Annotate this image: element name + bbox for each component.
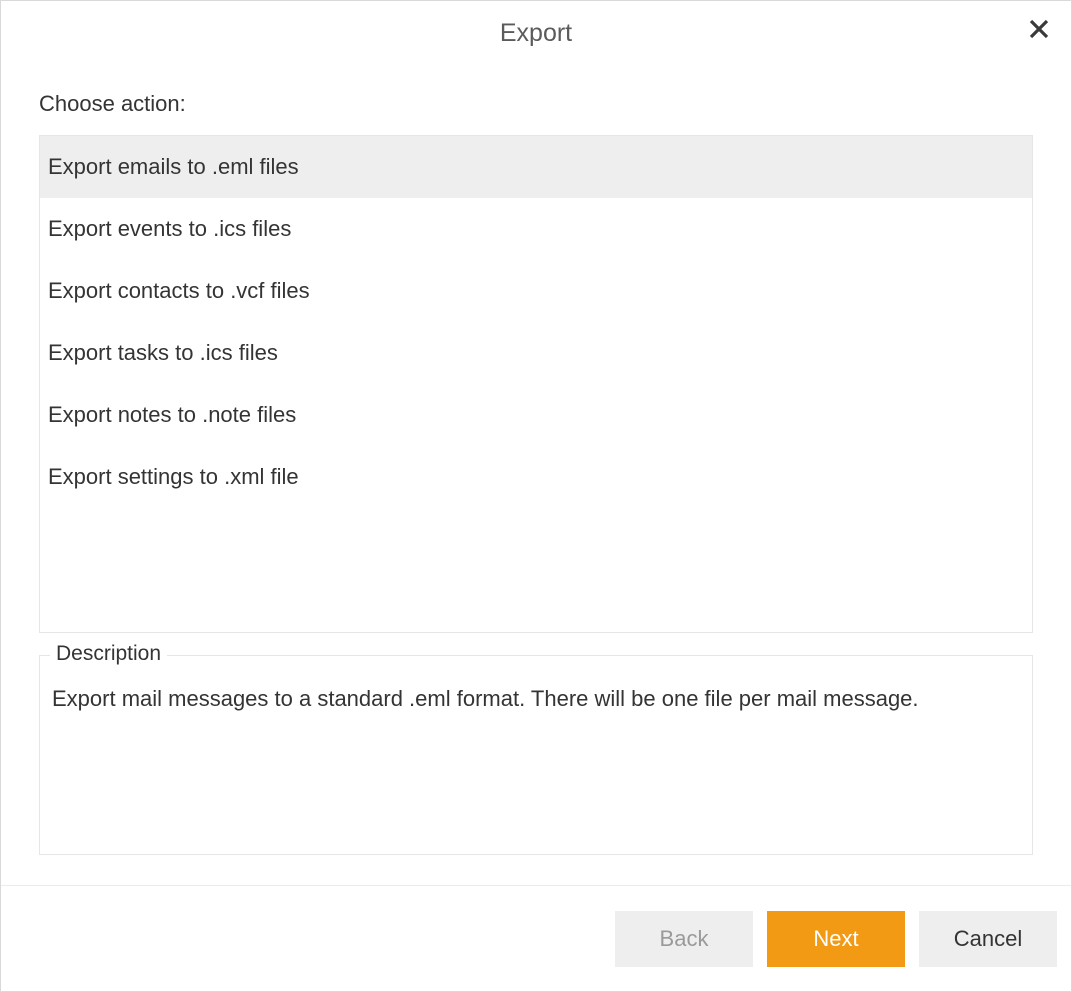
list-item-label: Export events to .ics files [48,216,291,241]
action-export-emails[interactable]: Export emails to .eml files [40,136,1032,198]
action-export-notes[interactable]: Export notes to .note files [40,384,1032,446]
back-button[interactable]: Back [615,911,753,967]
description-legend: Description [50,642,167,666]
list-item-label: Export emails to .eml files [48,154,299,179]
action-export-settings[interactable]: Export settings to .xml file [40,446,1032,508]
description-text: Export mail messages to a standard .eml … [52,686,1020,712]
dialog-title: Export [500,19,572,48]
export-dialog: Export Choose action: Export emails to .… [0,0,1072,992]
list-item-label: Export contacts to .vcf files [48,278,310,303]
close-button[interactable] [1027,17,1051,41]
action-export-tasks[interactable]: Export tasks to .ics files [40,322,1032,384]
close-icon [1027,28,1051,45]
list-item-label: Export notes to .note files [48,402,296,427]
cancel-button[interactable]: Cancel [919,911,1057,967]
next-button[interactable]: Next [767,911,905,967]
dialog-header: Export [1,1,1071,66]
action-list[interactable]: Export emails to .eml files Export event… [39,135,1033,633]
action-export-events[interactable]: Export events to .ics files [40,198,1032,260]
description-group: Description Export mail messages to a st… [39,655,1033,855]
choose-action-label: Choose action: [39,91,1033,117]
action-export-contacts[interactable]: Export contacts to .vcf files [40,260,1032,322]
list-item-label: Export tasks to .ics files [48,340,278,365]
dialog-footer: Back Next Cancel [1,885,1071,991]
dialog-body: Choose action: Export emails to .eml fil… [1,66,1071,885]
list-item-label: Export settings to .xml file [48,464,299,489]
